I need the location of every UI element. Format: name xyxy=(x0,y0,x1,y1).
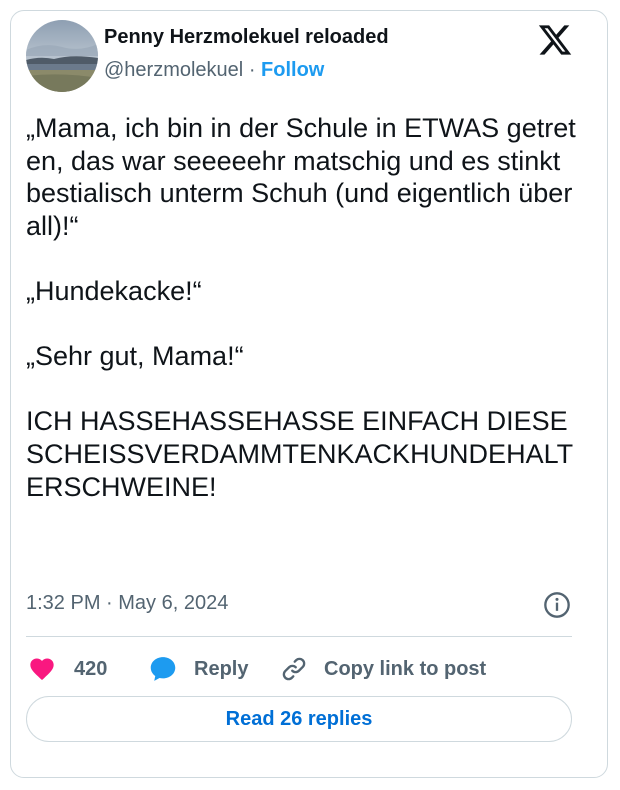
read-replies-label: Read 26 replies xyxy=(225,707,373,730)
link-icon xyxy=(282,657,306,681)
info-icon[interactable] xyxy=(543,591,571,619)
reply-label: Reply xyxy=(194,657,249,680)
handle-row: @herzmolekuel · Follow xyxy=(104,59,324,82)
timestamp-link[interactable]: 1:32 PM · May 6, 2024 xyxy=(26,592,228,615)
like-button[interactable]: 420 xyxy=(28,652,107,686)
avatar-image xyxy=(26,20,98,92)
author-name[interactable]: Penny Herzmolekuel reloaded xyxy=(104,26,389,49)
separator-dot: · xyxy=(248,59,256,81)
tweet-text: „Mama, ich bin in der Schule in ETWAS ge… xyxy=(26,113,576,502)
author-handle[interactable]: @herzmolekuel xyxy=(104,59,243,81)
divider xyxy=(26,636,572,637)
like-count: 420 xyxy=(74,657,108,680)
action-bar: 420 Reply Copy link to post xyxy=(0,652,620,686)
reply-button[interactable]: Reply xyxy=(148,652,248,686)
read-replies-button[interactable]: Read 26 replies xyxy=(26,696,572,742)
copy-link-button[interactable]: Copy link to post xyxy=(280,652,486,686)
speech-bubble-icon xyxy=(150,657,176,681)
heart-icon xyxy=(30,658,54,680)
x-logo-icon[interactable] xyxy=(537,22,573,58)
avatar[interactable] xyxy=(26,20,98,92)
copy-link-label: Copy link to post xyxy=(324,657,487,680)
follow-link[interactable]: Follow xyxy=(261,59,324,81)
